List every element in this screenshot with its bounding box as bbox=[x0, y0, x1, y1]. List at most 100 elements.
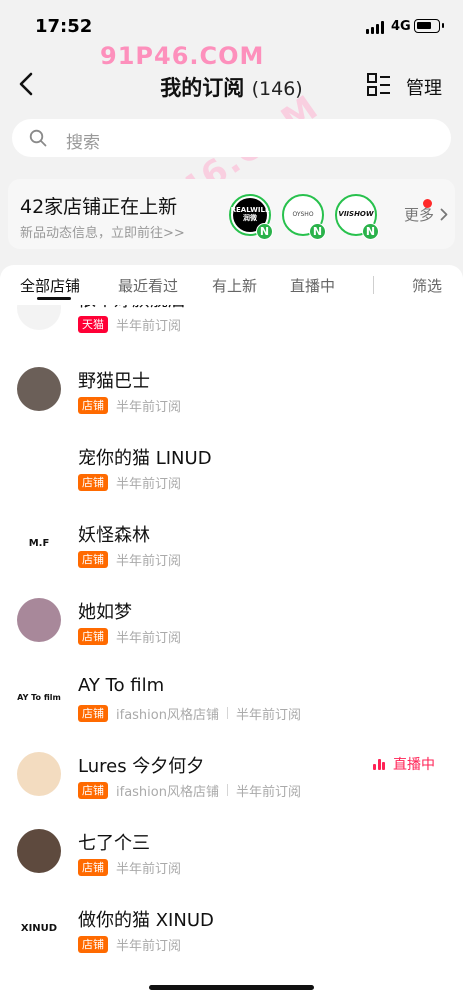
subscribed-time: 半年前订阅 bbox=[116, 399, 182, 415]
avatar-text: AY To film bbox=[17, 692, 61, 702]
manage-list-icon[interactable] bbox=[366, 72, 392, 98]
tab-live[interactable]: 直播中 bbox=[290, 275, 335, 296]
home-indicator bbox=[149, 985, 314, 990]
chevron-right-icon[interactable] bbox=[440, 208, 448, 221]
shop-type-badge: 天猫 bbox=[78, 315, 108, 333]
search-input[interactable]: 搜索 bbox=[12, 119, 451, 157]
subscription-count: (146) bbox=[251, 78, 303, 100]
subscribed-time: 半年前订阅 bbox=[116, 630, 182, 646]
subscribed-time: 半年前订阅 bbox=[116, 861, 182, 877]
shop-avatar[interactable] bbox=[17, 752, 61, 796]
new-badge: N bbox=[309, 223, 326, 240]
subscribed-time: 半年前订阅 bbox=[116, 553, 182, 569]
shop-name: 做你的猫 XINUD bbox=[78, 910, 214, 931]
shop-avatar[interactable] bbox=[17, 829, 61, 873]
shop-type-badge: 店铺 bbox=[78, 627, 108, 645]
active-tab-indicator bbox=[37, 297, 71, 300]
shop-name: Lures 今夕何夕 bbox=[78, 756, 205, 777]
tab-divider bbox=[373, 276, 374, 294]
status-label: 直播中 bbox=[393, 757, 435, 773]
shop-name: 依个婷旗舰店 bbox=[78, 305, 186, 312]
shop-avatar[interactable]: M.F bbox=[17, 521, 61, 565]
shop-row[interactable]: AY To film AY To film 店铺 ifashion风格店铺 半年前订阅 bbox=[0, 661, 463, 738]
shop-meta: 店铺 半年前订阅 bbox=[78, 935, 182, 954]
shop-row[interactable]: 宠你的猫 LINUD 店铺 半年前订阅 bbox=[0, 430, 463, 507]
shop-avatar[interactable]: XINUD bbox=[17, 906, 61, 950]
new-arrival-status[interactable]: 有上新 bbox=[374, 305, 435, 308]
shop-logo-viishow[interactable]: VIISHOW N bbox=[335, 194, 379, 240]
shop-category: ifashion风格店铺 bbox=[116, 784, 219, 800]
shop-name: 七了个三 bbox=[78, 833, 150, 854]
subscribed-time: 半年前订阅 bbox=[116, 476, 182, 492]
shop-type-badge: 店铺 bbox=[78, 550, 108, 568]
shop-logo-oysho[interactable]: OYSHO N bbox=[282, 194, 326, 240]
shop-avatar[interactable] bbox=[17, 444, 61, 488]
shop-type-badge: 店铺 bbox=[78, 858, 108, 876]
shop-avatar[interactable]: AY To film bbox=[17, 675, 61, 719]
battery-icon bbox=[414, 19, 444, 33]
shop-row[interactable]: Lures 今夕何夕 店铺 ifashion风格店铺 半年前订阅 直播中 bbox=[0, 738, 463, 815]
page-title: 我的订阅 (146) bbox=[0, 72, 463, 102]
shop-meta: 店铺 半年前订阅 bbox=[78, 550, 182, 569]
shop-row[interactable]: M.F 妖怪森林店铺 半年前订阅 bbox=[0, 507, 463, 584]
tab-filter[interactable]: 筛选 bbox=[412, 275, 442, 296]
shop-avatar[interactable] bbox=[17, 305, 61, 330]
shop-type-badge: 店铺 bbox=[78, 935, 108, 953]
avatar-text: XINUD bbox=[20, 922, 58, 934]
shop-meta: 店铺 半年前订阅 bbox=[78, 858, 182, 877]
shop-list: 依个婷旗舰店天猫半年前订阅有上新野猫巴士店铺半年前订阅宠你的猫 LINUD店铺半… bbox=[0, 305, 463, 1000]
search-placeholder: 搜索 bbox=[66, 133, 100, 153]
tab-all-shops[interactable]: 全部店铺 bbox=[20, 275, 80, 296]
shop-avatar[interactable] bbox=[17, 598, 61, 642]
new-arrivals-card[interactable]: 42家店铺正在上新 新品动态信息，立即前往>> REALWILL 润微 N OY… bbox=[8, 179, 455, 249]
filter-tabs: 全部店铺 最近看过 有上新 直播中 筛选 bbox=[0, 265, 463, 305]
status-time: 17:52 bbox=[35, 16, 93, 37]
shop-row[interactable]: XINUD 做你的猫 XINUD 店铺 半年前订阅 bbox=[0, 892, 463, 969]
subscribed-time: 半年前订阅 bbox=[235, 784, 301, 800]
shop-name: 她如梦 bbox=[78, 602, 132, 623]
avatar-text: M.F bbox=[28, 537, 50, 549]
nav-bar: 我的订阅 (146) 管理 bbox=[0, 60, 463, 112]
shop-avatar[interactable] bbox=[17, 367, 61, 411]
shop-row[interactable]: 野猫巴士店铺 半年前订阅 bbox=[0, 353, 463, 430]
shop-meta: 店铺 半年前订阅 bbox=[78, 396, 182, 415]
shop-meta: 店铺 ifashion风格店铺 半年前订阅 bbox=[78, 781, 301, 800]
network-type: 4G bbox=[391, 19, 411, 34]
meta-separator bbox=[226, 707, 228, 719]
shop-row[interactable]: 七了个三店铺 半年前订阅 bbox=[0, 815, 463, 892]
shop-meta: 店铺 ifashion风格店铺 半年前订阅 bbox=[78, 704, 301, 723]
shop-type-badge: 店铺 bbox=[78, 473, 108, 491]
new-arrivals-subtitle[interactable]: 新品动态信息，立即前往>> bbox=[20, 222, 185, 241]
shop-meta: 店铺 半年前订阅 bbox=[78, 473, 182, 492]
shop-meta: 天猫 半年前订阅 bbox=[78, 315, 182, 334]
shop-row[interactable]: 依个婷旗舰店天猫半年前订阅 有上新 bbox=[0, 305, 463, 349]
shop-logo-realwill[interactable]: REALWILL 润微 N bbox=[229, 194, 273, 240]
shop-type-badge: 店铺 bbox=[78, 781, 108, 799]
shop-meta: 店铺 半年前订阅 bbox=[78, 627, 182, 646]
subscribed-time: 半年前订阅 bbox=[116, 318, 182, 334]
status-label: 有上新 bbox=[393, 305, 435, 308]
live-status[interactable]: 直播中 bbox=[373, 754, 435, 774]
page-title-text: 我的订阅 bbox=[160, 76, 245, 100]
shop-row[interactable]: 她如梦店铺 半年前订阅 bbox=[0, 584, 463, 661]
search-icon bbox=[29, 129, 47, 147]
live-bars-icon bbox=[373, 758, 385, 770]
subscribed-time: 半年前订阅 bbox=[116, 938, 182, 954]
shop-type-badge: 店铺 bbox=[78, 704, 108, 722]
subscribed-time: 半年前订阅 bbox=[235, 707, 301, 723]
signal-icon bbox=[366, 21, 386, 34]
shop-name: 野猫巴士 bbox=[78, 371, 150, 392]
shop-name: 妖怪森林 bbox=[78, 525, 150, 546]
new-arrivals-title: 42家店铺正在上新 bbox=[20, 196, 178, 218]
notification-dot bbox=[423, 199, 432, 208]
shop-type-badge: 店铺 bbox=[78, 396, 108, 414]
tab-recently-viewed[interactable]: 最近看过 bbox=[118, 275, 178, 296]
new-badge: N bbox=[256, 223, 273, 240]
tab-new-arrivals[interactable]: 有上新 bbox=[212, 275, 257, 296]
new-badge: N bbox=[362, 223, 379, 240]
shop-name: 宠你的猫 LINUD bbox=[78, 448, 212, 469]
shop-name: AY To film bbox=[78, 675, 165, 696]
meta-separator bbox=[226, 784, 228, 796]
manage-button[interactable]: 管理 bbox=[406, 74, 442, 100]
shop-category: ifashion风格店铺 bbox=[116, 707, 219, 723]
